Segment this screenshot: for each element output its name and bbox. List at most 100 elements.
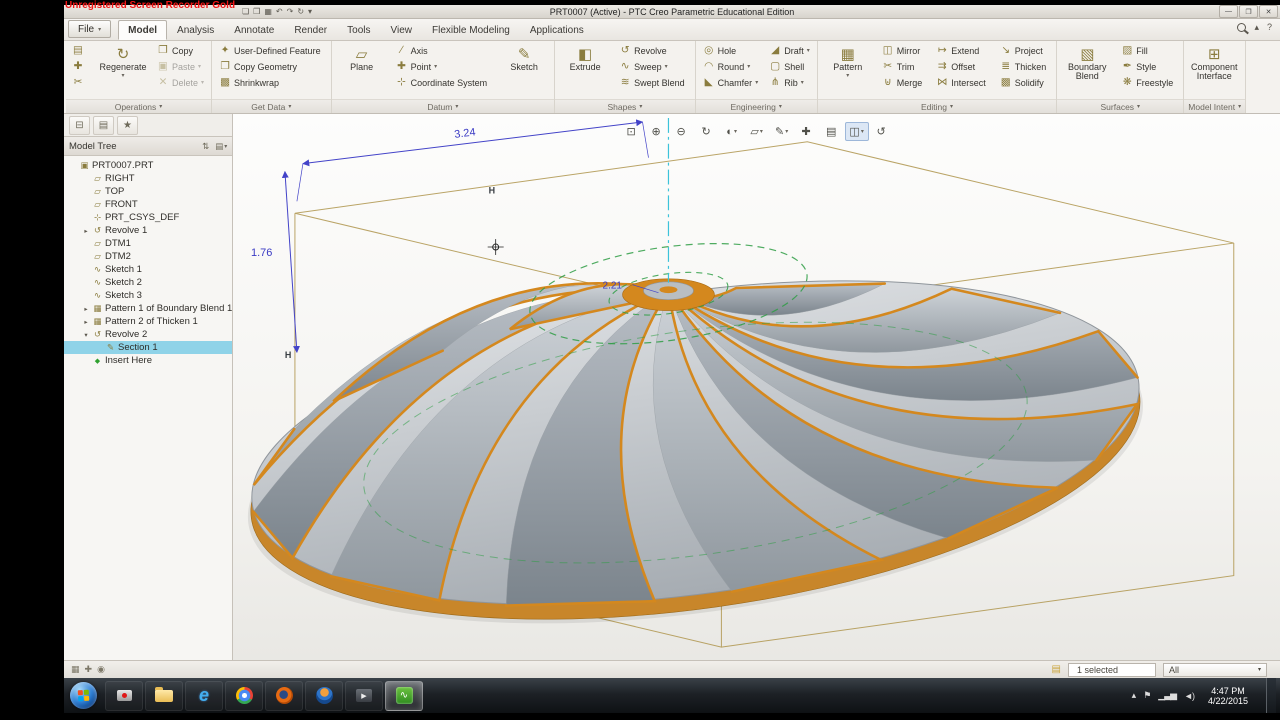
ribbon-button[interactable]: ↘ Project <box>996 43 1054 58</box>
open-icon[interactable]: ❒ <box>253 6 260 17</box>
ribbon-button[interactable]: ▩ Solidify <box>996 75 1054 90</box>
ribbon-button[interactable]: ⇉ Offset <box>932 59 993 74</box>
graphics-tool-button[interactable]: ⊕ <box>645 122 669 141</box>
ribbon-button[interactable]: ⋈ Intersect <box>932 75 993 90</box>
favorites-icon[interactable]: ★ <box>117 116 138 135</box>
ribbon-button[interactable]: ✚ Point ▾ <box>392 59 495 74</box>
ribbon-button[interactable]: ❐ Copy Geometry <box>215 59 328 74</box>
show-desktop-button[interactable] <box>1266 678 1276 713</box>
ribbon-tab[interactable]: Render <box>284 20 337 40</box>
ribbon-tab[interactable]: Flexible Modeling <box>422 20 520 40</box>
ribbon-button[interactable]: ❋ Freestyle <box>1117 75 1180 90</box>
ribbon-button[interactable]: ▨ Fill <box>1117 43 1180 58</box>
tree-item[interactable]: ∿ Sketch 3 <box>64 289 232 302</box>
tree-item[interactable]: ✎ Section 1 <box>64 341 232 354</box>
tree-item[interactable]: ▱ DTM2 <box>64 250 232 263</box>
tree-item[interactable]: ⊹ PRT_CSYS_DEF <box>64 211 232 224</box>
ribbon-tab[interactable]: Tools <box>337 20 380 40</box>
graphics-area[interactable]: ⊡ ⊕ ⊖ ↻ ◐ ▾ <box>233 114 1280 660</box>
ribbon-button[interactable]: ◧ Extrude <box>558 43 612 75</box>
message-log-icon[interactable]: ◉ <box>97 664 105 675</box>
new-icon[interactable]: ❏ <box>242 6 249 17</box>
file-menu-button[interactable]: File ▾ <box>68 20 111 38</box>
graphics-tool-button[interactable]: ✎ ▾ <box>770 122 794 141</box>
ribbon-button[interactable]: ✦ User-Defined Feature <box>215 43 328 58</box>
dimension-hub[interactable]: 2.21 <box>603 281 623 292</box>
ribbon-button[interactable]: ◢ Draft ▾ <box>765 43 814 58</box>
impeller-hub[interactable] <box>623 279 715 311</box>
ribbon-button[interactable]: ∕ Axis <box>392 43 495 58</box>
ribbon-group-footer[interactable]: Shapes ▾ <box>555 99 695 113</box>
ribbon-button[interactable]: ⊹ Coordinate System <box>392 75 495 90</box>
ribbon-button[interactable]: ⊎ Merge <box>878 75 930 90</box>
ribbon-button[interactable]: ▧ Boundary Blend <box>1060 43 1114 84</box>
tree-item[interactable]: ▾ ↺ Revolve 2 <box>64 328 232 341</box>
ribbon-group-footer[interactable]: Operations ▾ <box>66 99 211 113</box>
ribbon-button[interactable]: ≋ Swept Blend <box>615 75 692 90</box>
ribbon-button[interactable]: ∿ Sweep ▾ <box>615 59 692 74</box>
ribbon-group-footer[interactable]: Editing ▾ <box>818 99 1057 113</box>
ribbon-button[interactable]: ◫ Mirror <box>878 43 930 58</box>
ribbon-button[interactable]: ✂ Trim <box>878 59 930 74</box>
hidden-icons-icon[interactable]: ▴ <box>1132 690 1136 701</box>
tree-expander-icon[interactable]: ▸ <box>82 305 90 313</box>
folder-browser-icon[interactable]: ▤ <box>93 116 114 135</box>
ribbon-button[interactable]: ✚ <box>69 59 93 74</box>
ribbon-button[interactable]: ◎ Hole <box>699 43 763 58</box>
tree-expander-icon[interactable]: ▸ <box>82 227 90 235</box>
regenerate-icon[interactable]: ↻ <box>297 6 304 17</box>
graphics-tool-button[interactable]: ↺ <box>870 122 894 141</box>
taskbar-app-button[interactable] <box>305 681 343 711</box>
ribbon-button[interactable]: ✂ <box>69 75 93 90</box>
window-list-icon[interactable]: ▾ <box>308 6 312 17</box>
taskbar-app-button[interactable] <box>145 681 183 711</box>
ribbon-button[interactable]: ≣ Thicken <box>996 59 1054 74</box>
taskbar-app-button[interactable] <box>105 681 143 711</box>
tree-item[interactable]: ▸ ▦ Pattern 1 of Boundary Blend 1 <box>64 302 232 315</box>
ribbon-button[interactable]: ▢ Shell <box>765 59 814 74</box>
tree-expander-icon[interactable]: ▾ <box>82 331 90 339</box>
ribbon-button[interactable]: ✕ Delete ▾ <box>153 75 208 90</box>
tree-item[interactable]: ◆ Insert Here <box>64 354 232 367</box>
taskbar-app-button[interactable]: ▶ <box>345 681 383 711</box>
ribbon-button[interactable]: ❐ Copy <box>153 43 208 58</box>
ribbon-group-footer[interactable]: Get Data ▾ <box>212 99 331 113</box>
taskbar-clock[interactable]: 4:47 PM 4/22/2015 <box>1202 686 1254 706</box>
ribbon-button[interactable]: ✎ Sketch <box>497 43 551 75</box>
dimension-width[interactable]: 3.24 <box>454 126 477 140</box>
tree-item[interactable]: ▸ ↺ Revolve 1 <box>64 224 232 237</box>
start-button[interactable] <box>70 682 97 709</box>
minimize-button[interactable]: — <box>1219 5 1238 18</box>
ribbon-button[interactable]: ↦ Extend <box>932 43 993 58</box>
search-icon[interactable] <box>1237 23 1246 32</box>
minimize-ribbon-icon[interactable]: ▴ <box>1254 22 1259 32</box>
tree-item[interactable]: ▣ PRT0007.PRT <box>64 159 232 172</box>
tree-item[interactable]: ▱ DTM1 <box>64 237 232 250</box>
ribbon-button[interactable]: ⋔ Rib ▾ <box>765 75 814 90</box>
ribbon-button[interactable]: ▦ Pattern ▾ <box>821 43 875 84</box>
message-note-icon[interactable]: ▤ <box>1052 664 1061 675</box>
taskbar-app-button[interactable]: e <box>185 681 223 711</box>
action-center-icon[interactable]: ⚑ <box>1143 690 1150 701</box>
tree-item[interactable]: ▱ FRONT <box>64 198 232 211</box>
model-tree-toggle-icon[interactable]: ⊟ <box>69 116 90 135</box>
graphics-tool-button[interactable]: ▱ ▾ <box>745 122 769 141</box>
ribbon-button[interactable]: ↻ Regenerate ▾ <box>96 43 150 84</box>
selection-filter-dropdown[interactable]: All ▾ <box>1163 663 1267 677</box>
taskbar-app-button[interactable]: ∿ <box>385 681 423 711</box>
ribbon-button[interactable]: ▩ Shrinkwrap <box>215 75 328 90</box>
ribbon-tab[interactable]: View <box>381 20 423 40</box>
graphics-tool-button[interactable]: ◐ ▾ <box>720 122 744 141</box>
ribbon-group-footer[interactable]: Engineering ▾ <box>696 99 817 113</box>
snap-icon[interactable]: ✚ <box>85 664 93 675</box>
save-icon[interactable]: ▦ <box>264 6 272 17</box>
ribbon-tab[interactable]: Annotate <box>224 20 284 40</box>
tree-item[interactable]: ▱ TOP <box>64 185 232 198</box>
tree-item[interactable]: ∿ Sketch 2 <box>64 276 232 289</box>
ribbon-button[interactable]: ✒ Style <box>1117 59 1180 74</box>
taskbar-app-button[interactable] <box>225 681 263 711</box>
graphics-tool-button[interactable]: ▤ <box>820 122 844 141</box>
ribbon-group-footer[interactable]: Model Intent ▾ <box>1184 99 1245 113</box>
ribbon-tab[interactable]: Model <box>118 20 167 40</box>
ribbon-tab[interactable]: Analysis <box>167 20 224 40</box>
